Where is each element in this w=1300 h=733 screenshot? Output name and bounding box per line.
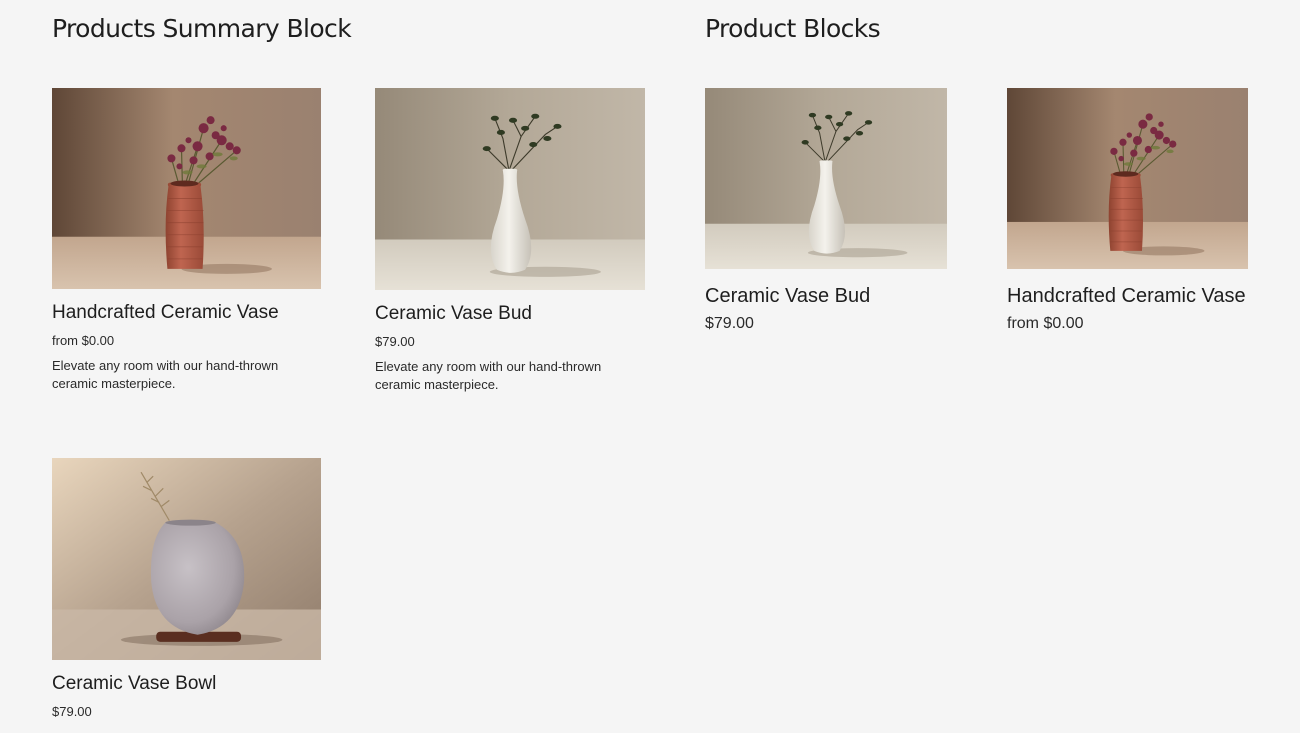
product-description: Elevate any room with our hand-thrown ce… bbox=[375, 359, 602, 392]
section-title-products-summary: Products Summary Block bbox=[52, 14, 352, 43]
section-title-product-blocks: Product Blocks bbox=[705, 14, 881, 43]
product-block-card: Handcrafted Ceramic Vase from $0.00 bbox=[1007, 88, 1248, 333]
product-price: $79.00 bbox=[705, 315, 754, 332]
product-image-gray-bowl-vase[interactable] bbox=[52, 458, 321, 660]
product-summary-card: Ceramic Vase Bowl $79.00 bbox=[52, 458, 321, 719]
product-image-terracotta-vase[interactable] bbox=[1007, 88, 1248, 269]
product-title[interactable]: Ceramic Vase Bud bbox=[375, 303, 645, 325]
product-image-white-bud-vase[interactable] bbox=[705, 88, 947, 269]
product-title[interactable]: Ceramic Vase Bowl bbox=[52, 673, 321, 695]
product-image-terracotta-vase[interactable] bbox=[52, 88, 321, 289]
product-price: $79.00 bbox=[52, 704, 92, 719]
product-title[interactable]: Ceramic Vase Bud bbox=[705, 285, 947, 308]
product-title[interactable]: Handcrafted Ceramic Vase bbox=[52, 302, 321, 324]
product-summary-card: Ceramic Vase Bud $79.00 Elevate any room… bbox=[375, 88, 645, 394]
product-image-white-bud-vase[interactable] bbox=[375, 88, 645, 290]
product-title[interactable]: Handcrafted Ceramic Vase bbox=[1007, 285, 1248, 308]
product-description: Elevate any room with our hand-thrown ce… bbox=[52, 358, 279, 391]
product-price: $79.00 bbox=[375, 334, 415, 349]
product-block-card: Ceramic Vase Bud $79.00 bbox=[705, 88, 947, 333]
product-price: from $0.00 bbox=[1007, 315, 1084, 332]
product-price: from $0.00 bbox=[52, 333, 115, 348]
product-summary-card: Handcrafted Ceramic Vase from $0.00 Elev… bbox=[52, 88, 321, 393]
